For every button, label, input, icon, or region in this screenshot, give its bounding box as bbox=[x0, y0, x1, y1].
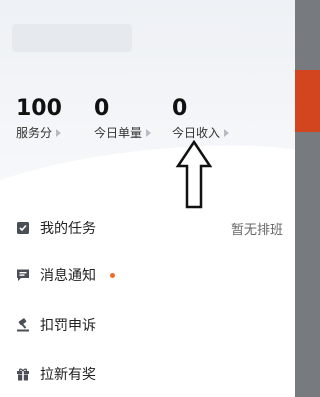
profile-placeholder bbox=[12, 24, 132, 52]
dim-overlay[interactable] bbox=[295, 0, 320, 397]
menu-label: 扣罚申诉 bbox=[40, 318, 96, 334]
menu-label: 拉新有奖 bbox=[40, 367, 96, 383]
menu-item-my-tasks[interactable]: 我的任务 暂无排班 bbox=[0, 216, 295, 240]
stat-value: 0 bbox=[94, 96, 110, 121]
profile-header bbox=[0, 0, 295, 250]
stat-value: 100 bbox=[16, 96, 62, 121]
stat-today-income[interactable]: 0 今日收入 bbox=[172, 96, 230, 141]
chevron-right-icon bbox=[146, 128, 152, 137]
gavel-icon bbox=[16, 318, 30, 332]
chevron-right-icon bbox=[56, 128, 62, 137]
schedule-status: 暂无排班 bbox=[230, 222, 283, 238]
gift-icon bbox=[16, 367, 30, 381]
stat-label: 今日单量 bbox=[94, 126, 143, 140]
stat-value: 0 bbox=[172, 96, 188, 121]
menu-label: 我的任务 bbox=[40, 221, 96, 237]
background-banner bbox=[295, 70, 320, 132]
menu-item-notifications[interactable]: 消息通知 bbox=[0, 263, 295, 287]
up-arrow-icon bbox=[175, 140, 213, 209]
chevron-right-icon bbox=[224, 128, 230, 137]
stat-label: 服务分 bbox=[16, 126, 53, 140]
unread-badge bbox=[110, 272, 115, 278]
stat-today-orders[interactable]: 0 今日单量 bbox=[94, 96, 152, 141]
menu-label: 消息通知 bbox=[40, 268, 96, 284]
menu-item-referral-reward[interactable]: 拉新有奖 bbox=[0, 362, 295, 386]
stat-service-score[interactable]: 100 服务分 bbox=[16, 96, 62, 141]
stat-label: 今日收入 bbox=[172, 126, 221, 140]
menu-item-penalty-appeal[interactable]: 扣罚申诉 bbox=[0, 313, 295, 337]
task-icon bbox=[16, 221, 30, 235]
message-icon bbox=[16, 268, 30, 282]
side-drawer: 100 服务分 0 今日单量 0 今日收入 我的任务 暂无排班 消息通知 扣罚申… bbox=[0, 0, 295, 397]
